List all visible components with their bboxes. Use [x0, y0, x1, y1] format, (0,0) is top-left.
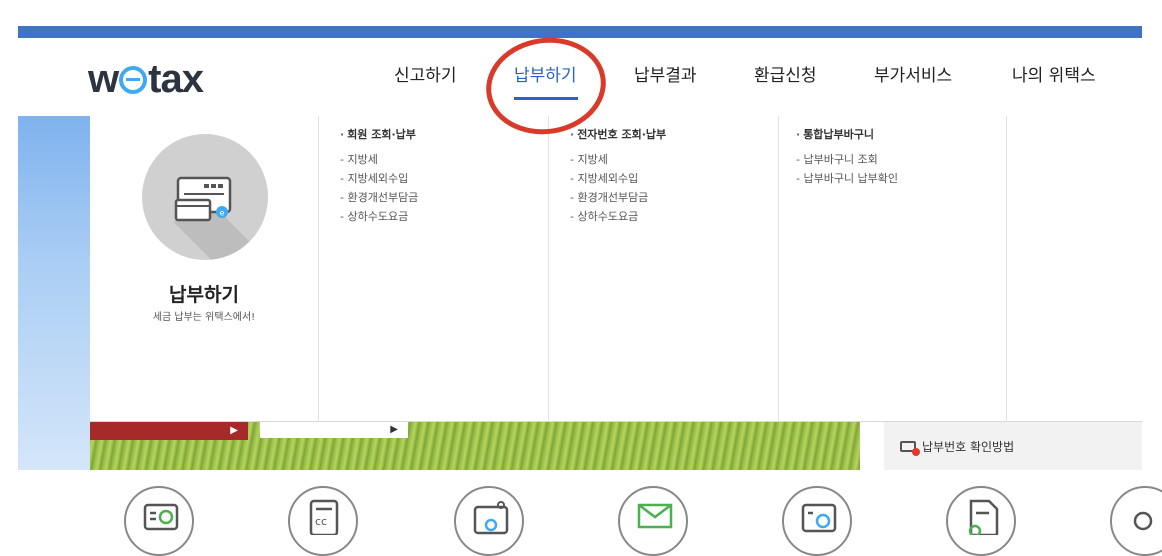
logo-text-tax: tax: [148, 57, 204, 101]
mail-icon: [637, 503, 673, 529]
side-info-box: 납부번호 확인방법: [884, 422, 1142, 470]
feature-subtitle: 세금 납부는 위택스에서!: [152, 312, 256, 323]
column-divider: [548, 116, 549, 422]
menu-link-environment-charge[interactable]: - 환경개선부담금: [340, 188, 418, 207]
nav-item-report[interactable]: 신고하기: [394, 58, 457, 94]
banner-button-secondary[interactable]: ▶: [260, 422, 408, 438]
cc-card-icon: cc: [309, 499, 339, 535]
menu-link-local-tax[interactable]: - 지방세: [340, 150, 418, 169]
side-link-label: 납부번호 확인방법: [922, 440, 1015, 454]
quick-e-payment-icon-button[interactable]: [124, 486, 194, 556]
column-divider: [318, 116, 319, 422]
column-title-text: 회원 조회·납부: [347, 128, 416, 141]
wetax-logo[interactable]: w tax: [88, 54, 228, 104]
quick-monitor-icon-button[interactable]: [454, 486, 524, 556]
svg-text:e: e: [220, 209, 225, 218]
column-divider: [778, 116, 779, 422]
quick-partial-icon-button[interactable]: [1110, 486, 1162, 556]
nav-item-extra-services[interactable]: 부가서비스: [874, 58, 952, 94]
feature-circle: e: [142, 134, 268, 260]
menu-column-electronic-number-payment: · 전자번호 조회·납부 - 지방세 - 지방세외수입 - 환경개선부담금 - 상…: [570, 126, 666, 226]
menu-link-water-bill[interactable]: - 상하수도요금: [340, 207, 418, 226]
e-payment-icon: [143, 503, 179, 531]
menu-link-local-tax[interactable]: - 지방세: [570, 150, 666, 169]
column-title: · 전자번호 조회·납부: [570, 128, 667, 141]
quick-file-check-icon-button[interactable]: [946, 486, 1016, 556]
top-accent-bar: [18, 26, 1142, 38]
payment-card-icon: e: [174, 176, 232, 222]
arrow-right-icon: ▶: [230, 425, 238, 436]
background-strip: [18, 116, 90, 470]
menu-link-environment-charge[interactable]: - 환경개선부담금: [570, 188, 666, 207]
nav-item-refund[interactable]: 환급신청: [754, 58, 817, 94]
payment-mega-menu: e 납부하기 세금 납부는 위택스에서! · 회원 조회·납부 - 지방세 - 지…: [90, 116, 1142, 422]
nav-item-payment-result[interactable]: 납부결과: [634, 58, 697, 94]
column-title-text: 통합납부바구니: [803, 128, 875, 141]
menu-link-basket-view[interactable]: - 납부바구니 조회: [796, 150, 898, 169]
column-title-text: 전자번호 조회·납부: [577, 128, 667, 141]
grass-banner: ▶ ▶: [90, 422, 860, 470]
logo-text-w: w: [88, 57, 119, 101]
logo-e-icon: [119, 66, 148, 94]
quick-mail-icon-button[interactable]: [618, 486, 688, 556]
menu-column-payment-basket: · 통합납부바구니 - 납부바구니 조회 - 납부바구니 납부확인: [796, 126, 898, 188]
document-search-icon: [801, 503, 837, 533]
svg-text:cc: cc: [315, 515, 327, 528]
partial-icon: [1133, 511, 1153, 531]
column-title: · 회원 조회·납부: [340, 128, 416, 141]
monitor-icon: [473, 501, 509, 535]
menu-link-basket-payment-check[interactable]: - 납부바구니 납부확인: [796, 169, 898, 188]
file-check-icon: [968, 499, 999, 535]
menu-link-water-bill[interactable]: - 상하수도요금: [570, 207, 666, 226]
banner-button-primary[interactable]: ▶: [90, 422, 248, 440]
menu-link-non-tax-revenue[interactable]: - 지방세외수입: [570, 169, 666, 188]
quick-card-icon-button[interactable]: cc: [288, 486, 358, 556]
quick-document-search-icon-button[interactable]: [782, 486, 852, 556]
menu-link-non-tax-revenue[interactable]: - 지방세외수입: [340, 169, 418, 188]
menu-feature-panel: e 납부하기 세금 납부는 위택스에서!: [90, 116, 318, 422]
nav-item-my-wetax[interactable]: 나의 위택스: [1012, 58, 1096, 94]
column-divider: [1006, 116, 1007, 422]
card-alert-icon: [900, 441, 920, 456]
payment-number-guide-link[interactable]: 납부번호 확인방법: [900, 438, 1015, 456]
column-title: · 통합납부바구니: [796, 128, 875, 141]
feature-title: 납부하기: [169, 284, 239, 306]
menu-column-member-payment: · 회원 조회·납부 - 지방세 - 지방세외수입 - 환경개선부담금 - 상하수…: [340, 126, 418, 226]
arrow-right-icon: ▶: [390, 424, 398, 435]
